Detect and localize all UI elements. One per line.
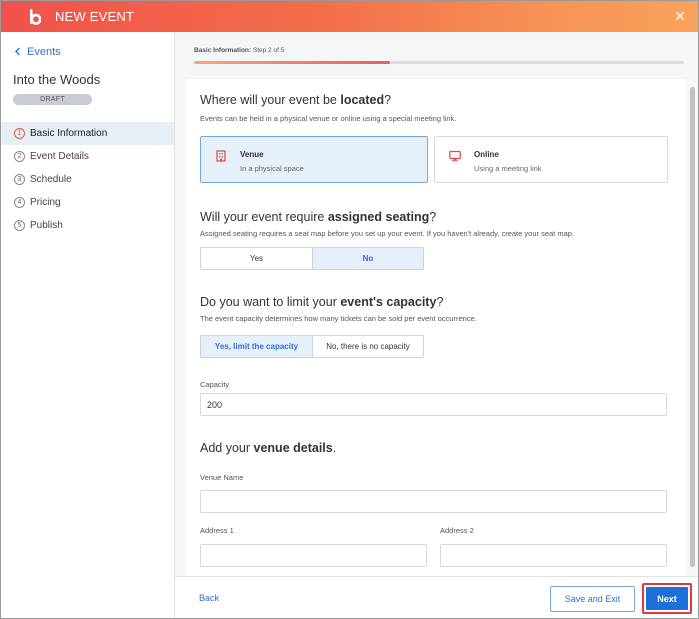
capacity-question-end: ? xyxy=(436,295,444,309)
online-option-subtitle: Using a meeting link xyxy=(474,164,542,173)
sidebar-step-publish[interactable]: 5 Publish xyxy=(1,214,174,237)
venue-details-text: Add your xyxy=(200,441,254,455)
main-panel: Basic Information: Step 2 of 5 Where wil… xyxy=(175,32,698,576)
seating-question-end: ? xyxy=(429,210,437,224)
header-bar: NEW EVENT ✕ xyxy=(1,1,698,32)
seating-yes-button[interactable]: Yes xyxy=(201,248,312,269)
location-question-end: ? xyxy=(384,93,392,107)
step-label: Event Details xyxy=(30,151,89,162)
address1-input[interactable] xyxy=(200,544,427,567)
sidebar-step-event-details[interactable]: 2 Event Details xyxy=(1,145,174,168)
step-label: Publish xyxy=(30,220,63,231)
close-icon[interactable]: ✕ xyxy=(674,8,686,24)
venue-option-card[interactable]: Venue In a physical space xyxy=(200,136,428,183)
sidebar-step-schedule[interactable]: 3 Schedule xyxy=(1,168,174,191)
step-list: 1 Basic Information 2 Event Details 3 Sc… xyxy=(1,122,174,237)
seating-question-text: Will your event require xyxy=(200,210,328,224)
seating-question: Will your event require assigned seating… xyxy=(200,210,436,224)
location-description: Events can be held in a physical venue o… xyxy=(200,114,457,123)
capacity-question: Do you want to limit your event's capaci… xyxy=(200,295,443,309)
seating-toggle: Yes No xyxy=(200,247,424,270)
venue-name-input[interactable] xyxy=(200,490,667,513)
seating-question-bold: assigned seating xyxy=(327,210,430,224)
limit-capacity-yes-button[interactable]: Yes, limit the capacity xyxy=(201,336,312,357)
capacity-input[interactable]: 200 xyxy=(200,393,667,416)
step-number-icon: 1 xyxy=(14,128,25,139)
sidebar: Events Into the Woods DRAFT 1 Basic Info… xyxy=(1,32,175,618)
progress-label: Basic Information: Step 2 of 5 xyxy=(194,47,284,54)
status-badge: DRAFT xyxy=(13,94,92,105)
limit-capacity-no-button[interactable]: No, there is no capacity xyxy=(312,336,423,357)
venue-option-subtitle: In a physical space xyxy=(240,164,304,173)
location-question-bold: located xyxy=(340,93,385,107)
step-label: Pricing xyxy=(30,197,61,208)
progress-label-section: Basic Information: xyxy=(194,47,252,54)
seating-no-button[interactable]: No xyxy=(312,248,423,269)
brand-logo-icon xyxy=(27,8,43,25)
chevron-left-icon xyxy=(14,45,21,59)
venue-building-icon xyxy=(215,149,227,162)
capacity-toggle: Yes, limit the capacity No, there is no … xyxy=(200,335,424,358)
location-question-text: Where will your event be xyxy=(200,93,341,107)
address2-label: Address 2 xyxy=(440,526,474,535)
venue-name-label: Venue Name xyxy=(200,473,244,482)
progress-bar xyxy=(194,61,684,64)
sidebar-step-pricing[interactable]: 4 Pricing xyxy=(1,191,174,214)
address2-input[interactable] xyxy=(440,544,667,567)
step-number-icon: 5 xyxy=(14,220,25,231)
venue-details-heading: Add your venue details. xyxy=(200,441,336,455)
venue-details-bold: venue details xyxy=(253,441,333,455)
step-number-icon: 3 xyxy=(14,174,25,185)
next-button[interactable]: Next xyxy=(646,587,688,610)
step-number-icon: 2 xyxy=(14,151,25,162)
back-button[interactable]: Back xyxy=(199,593,219,603)
venue-option-title: Venue xyxy=(240,150,264,159)
monitor-icon xyxy=(449,149,461,162)
back-to-events-link[interactable]: Events xyxy=(14,45,61,59)
header-title: NEW EVENT xyxy=(55,9,135,24)
step-number-icon: 4 xyxy=(14,197,25,208)
capacity-description: The event capacity determines how many t… xyxy=(200,314,477,323)
location-question: Where will your event be located? xyxy=(200,93,391,107)
sidebar-step-basic-information[interactable]: 1 Basic Information xyxy=(1,122,174,145)
save-and-exit-button[interactable]: Save and Exit xyxy=(550,586,635,612)
progress-label-step: Step 2 of 5 xyxy=(252,47,285,54)
capacity-field-label: Capacity xyxy=(200,380,230,389)
form-card: Where will your event be located? Events… xyxy=(186,79,686,576)
capacity-question-bold: event's capacity xyxy=(340,295,437,309)
new-event-window: NEW EVENT ✕ Events Into the Woods DRAFT … xyxy=(0,0,699,619)
venue-details-end: . xyxy=(332,441,337,455)
online-option-card[interactable]: Online Using a meeting link xyxy=(434,136,668,183)
progress-bar-fill xyxy=(194,61,390,64)
online-option-title: Online xyxy=(474,150,499,159)
back-link-label: Events xyxy=(27,46,61,58)
address1-label: Address 1 xyxy=(200,526,234,535)
capacity-question-text: Do you want to limit your xyxy=(200,295,341,309)
footer-bar: Back Save and Exit Next xyxy=(175,576,698,618)
seating-description: Assigned seating requires a seat map bef… xyxy=(200,229,575,238)
step-label: Basic Information xyxy=(30,128,108,139)
next-button-highlight: Next xyxy=(642,583,692,614)
scrollbar[interactable] xyxy=(690,87,695,567)
event-name: Into the Woods xyxy=(13,72,101,87)
step-label: Schedule xyxy=(30,174,72,185)
